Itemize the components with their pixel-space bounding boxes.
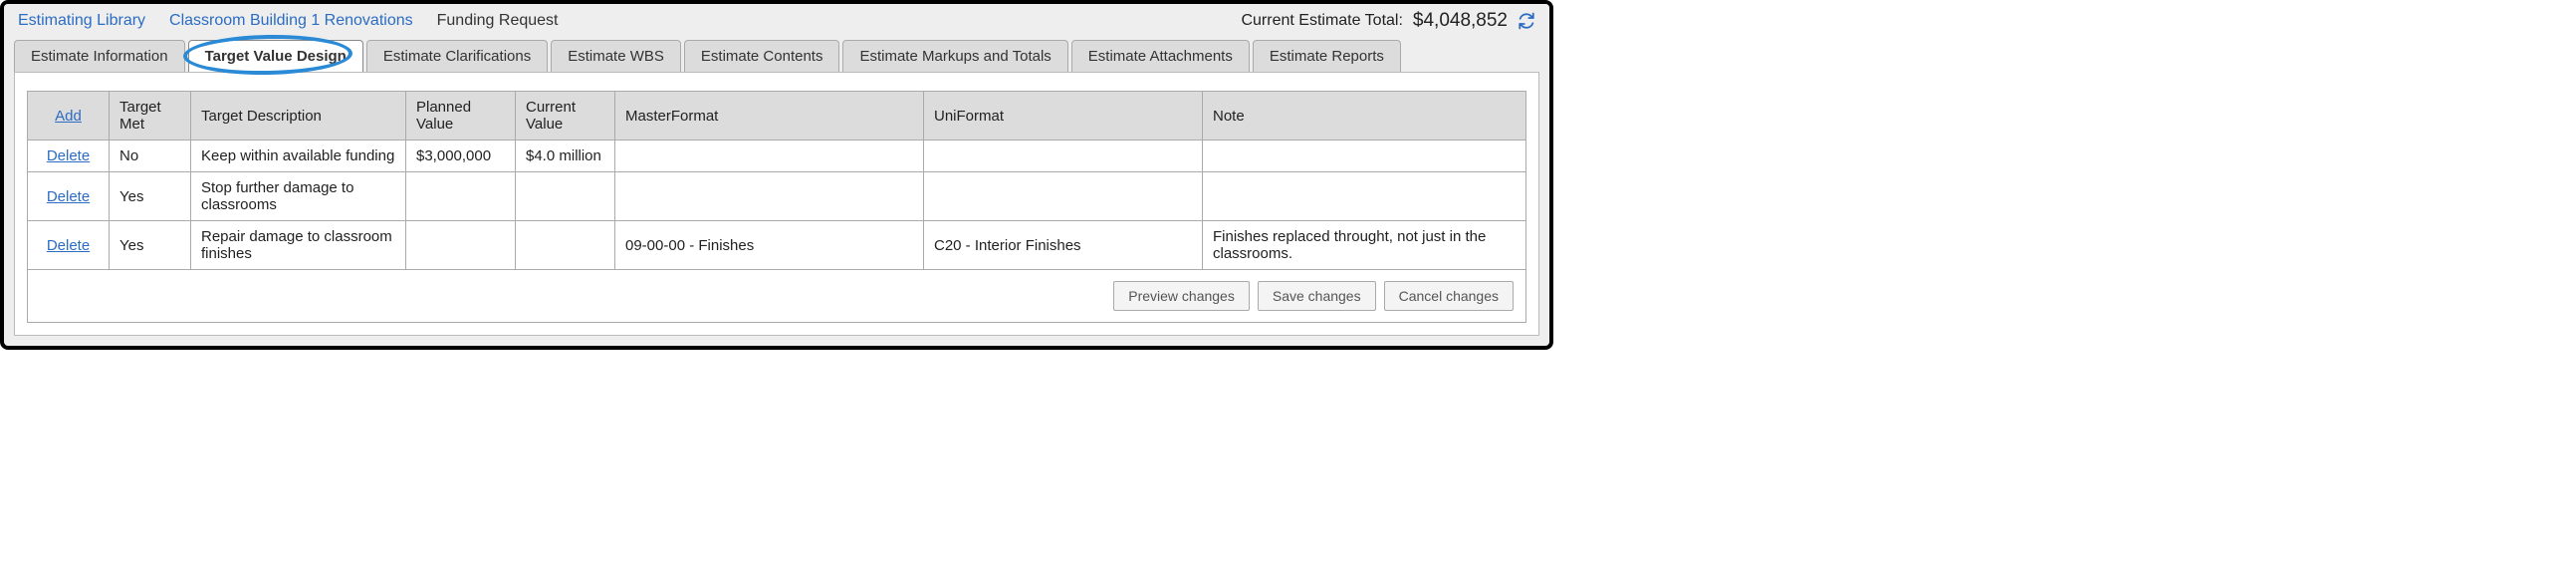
cell-uniformat[interactable]: C20 - Interior Finishes xyxy=(924,221,1203,270)
cell-target-met[interactable]: Yes xyxy=(110,221,191,270)
cell-uniformat[interactable] xyxy=(924,172,1203,221)
tabs-container: Estimate Information Target Value Design… xyxy=(4,36,1549,72)
cell-planned-value[interactable] xyxy=(406,172,516,221)
cell-masterformat[interactable] xyxy=(615,141,924,172)
add-button[interactable]: Add xyxy=(55,108,82,125)
cell-masterformat[interactable] xyxy=(615,172,924,221)
col-target-desc: Target Description xyxy=(191,92,406,141)
cell-masterformat[interactable]: 09-00-00 - Finishes xyxy=(615,221,924,270)
delete-button[interactable]: Delete xyxy=(47,237,90,254)
table-row: Delete Yes Repair damage to classroom fi… xyxy=(28,221,1526,270)
save-changes-button[interactable]: Save changes xyxy=(1258,281,1376,311)
delete-button[interactable]: Delete xyxy=(47,147,90,164)
table-header-row: Add Target Met Target Description Planne… xyxy=(28,92,1526,141)
col-target-met: Target Met xyxy=(110,92,191,141)
top-bar: Estimating Library Classroom Building 1 … xyxy=(4,4,1549,36)
cell-note[interactable] xyxy=(1203,172,1526,221)
cell-current-value[interactable] xyxy=(516,221,615,270)
breadcrumb: Estimating Library Classroom Building 1 … xyxy=(18,12,1241,30)
estimate-total-value: $4,048,852 xyxy=(1413,10,1508,32)
cell-current-value[interactable]: $4.0 million xyxy=(516,141,615,172)
target-value-table: Add Target Met Target Description Planne… xyxy=(27,91,1526,323)
cell-planned-value[interactable] xyxy=(406,221,516,270)
tab-estimate-contents[interactable]: Estimate Contents xyxy=(684,40,840,72)
cell-target-desc[interactable]: Repair damage to classroom finishes xyxy=(191,221,406,270)
cell-note[interactable] xyxy=(1203,141,1526,172)
delete-button[interactable]: Delete xyxy=(47,188,90,205)
col-current-value: Current Value xyxy=(516,92,615,141)
tab-estimate-clarifications[interactable]: Estimate Clarifications xyxy=(366,40,548,72)
tab-estimate-wbs[interactable]: Estimate WBS xyxy=(551,40,681,72)
preview-changes-button[interactable]: Preview changes xyxy=(1113,281,1250,311)
table-row: Delete No Keep within available funding … xyxy=(28,141,1526,172)
tab-estimate-attachments[interactable]: Estimate Attachments xyxy=(1071,40,1250,72)
cell-target-desc[interactable]: Stop further damage to classrooms xyxy=(191,172,406,221)
col-masterformat: MasterFormat xyxy=(615,92,924,141)
tab-label: Target Value Design xyxy=(205,48,347,65)
cell-note[interactable]: Finishes replaced throught, not just in … xyxy=(1203,221,1526,270)
tab-content: Add Target Met Target Description Planne… xyxy=(14,72,1539,336)
col-note: Note xyxy=(1203,92,1526,141)
cell-uniformat[interactable] xyxy=(924,141,1203,172)
table-row: Delete Yes Stop further damage to classr… xyxy=(28,172,1526,221)
col-uniformat: UniFormat xyxy=(924,92,1203,141)
cell-current-value[interactable] xyxy=(516,172,615,221)
breadcrumb-project[interactable]: Classroom Building 1 Renovations xyxy=(169,12,413,30)
cell-target-met[interactable]: Yes xyxy=(110,172,191,221)
tab-estimate-markups-totals[interactable]: Estimate Markups and Totals xyxy=(842,40,1067,72)
tab-estimate-reports[interactable]: Estimate Reports xyxy=(1253,40,1401,72)
estimate-total-label: Current Estimate Total: xyxy=(1241,12,1402,30)
cell-target-desc[interactable]: Keep within available funding xyxy=(191,141,406,172)
refresh-icon[interactable] xyxy=(1518,12,1535,30)
footer-buttons: Preview changes Save changes Cancel chan… xyxy=(38,277,1516,315)
col-planned-value: Planned Value xyxy=(406,92,516,141)
breadcrumb-library[interactable]: Estimating Library xyxy=(18,12,145,30)
cancel-changes-button[interactable]: Cancel changes xyxy=(1384,281,1514,311)
breadcrumb-page: Funding Request xyxy=(437,12,559,30)
tab-target-value-design[interactable]: Target Value Design xyxy=(188,40,363,72)
cell-target-met[interactable]: No xyxy=(110,141,191,172)
table-footer-row: Preview changes Save changes Cancel chan… xyxy=(28,270,1526,323)
app-window: Estimating Library Classroom Building 1 … xyxy=(0,0,1553,350)
tabs: Estimate Information Target Value Design… xyxy=(14,40,1539,72)
estimate-total: Current Estimate Total: $4,048,852 xyxy=(1241,10,1535,32)
cell-planned-value[interactable]: $3,000,000 xyxy=(406,141,516,172)
tab-estimate-information[interactable]: Estimate Information xyxy=(14,40,185,72)
